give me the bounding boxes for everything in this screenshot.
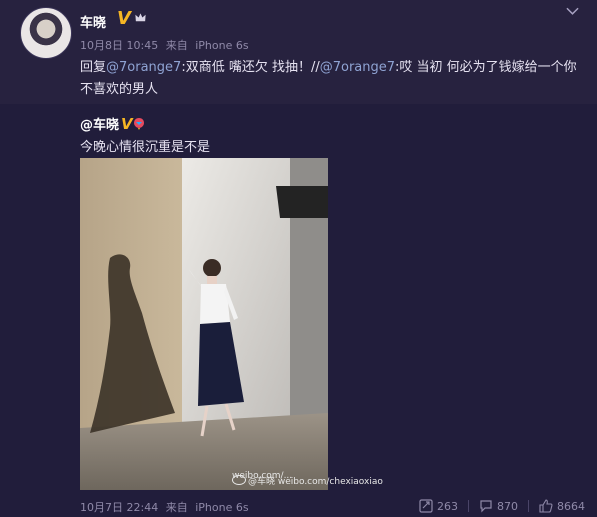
photo-watermark: @车晓 weibo.com/chexiaoxiao: [232, 474, 383, 487]
like-count: 8664: [557, 499, 585, 513]
mention-link[interactable]: @7orange7: [320, 60, 395, 75]
post-timestamp[interactable]: 10月8日 10:45: [80, 39, 158, 52]
repost-device[interactable]: iPhone 6s: [195, 501, 248, 514]
reply-prefix: 回复: [80, 60, 107, 75]
repost-count: 263: [437, 499, 458, 513]
photo-watermark-text: @车晓 weibo.com/chexiaoxiao: [248, 477, 383, 487]
post-text: 回复@7orange7:双商低 嘴还欠 找抽！//@7orange7:哎 当初 …: [80, 57, 585, 101]
repost-meta: 10月7日 22:44 来自 iPhone 6s: [80, 499, 253, 515]
avatar[interactable]: [20, 7, 72, 59]
repost-timestamp[interactable]: 10月7日 22:44: [80, 501, 158, 514]
verified-badge: V: [121, 115, 133, 133]
action-divider: [528, 500, 529, 512]
repost-footer: 10月7日 22:44 来自 iPhone 6s 263 870 8664: [80, 499, 585, 515]
post-device[interactable]: iPhone 6s: [195, 39, 248, 52]
repost-author[interactable]: @车晓: [80, 114, 119, 133]
chevron-down-icon[interactable]: [566, 6, 579, 16]
balloon-icon: [133, 118, 144, 130]
weibo-logo-icon: [232, 475, 246, 485]
author-name[interactable]: 车晓: [80, 12, 106, 31]
repost-icon: [419, 499, 433, 513]
crown-icon: [135, 13, 146, 22]
repost-photo[interactable]: weibo.com/...: [80, 158, 328, 490]
comment-action[interactable]: 870: [479, 499, 518, 513]
repost-action[interactable]: 263: [419, 499, 458, 513]
photo-image: weibo.com/...: [80, 158, 328, 490]
like-icon: [539, 499, 553, 513]
action-bar: 263 870 8664: [409, 499, 585, 513]
repost-text: 今晚心情很沉重是不是: [80, 140, 211, 155]
original-post: 车晓 V 10月8日 10:45 来自 iPhone 6s 回复@7orange…: [0, 0, 597, 104]
post-text-middle: :双商低 嘴还欠 找抽！//: [181, 60, 320, 75]
comment-icon: [480, 500, 492, 513]
mention-link[interactable]: @7orange7: [106, 60, 181, 75]
verified-badge: V: [117, 8, 131, 29]
repost-header: @车晓 V: [80, 114, 585, 133]
comment-count: 870: [497, 499, 518, 513]
repost-source-prefix: 来自: [165, 501, 188, 514]
post-source-prefix: 来自: [165, 39, 188, 52]
post-meta: 10月8日 10:45 来自 iPhone 6s: [80, 37, 253, 53]
weibo-card: 车晓 V 10月8日 10:45 来自 iPhone 6s 回复@7orange…: [0, 0, 597, 517]
action-divider: [468, 500, 469, 512]
like-action[interactable]: 8664: [539, 499, 585, 513]
